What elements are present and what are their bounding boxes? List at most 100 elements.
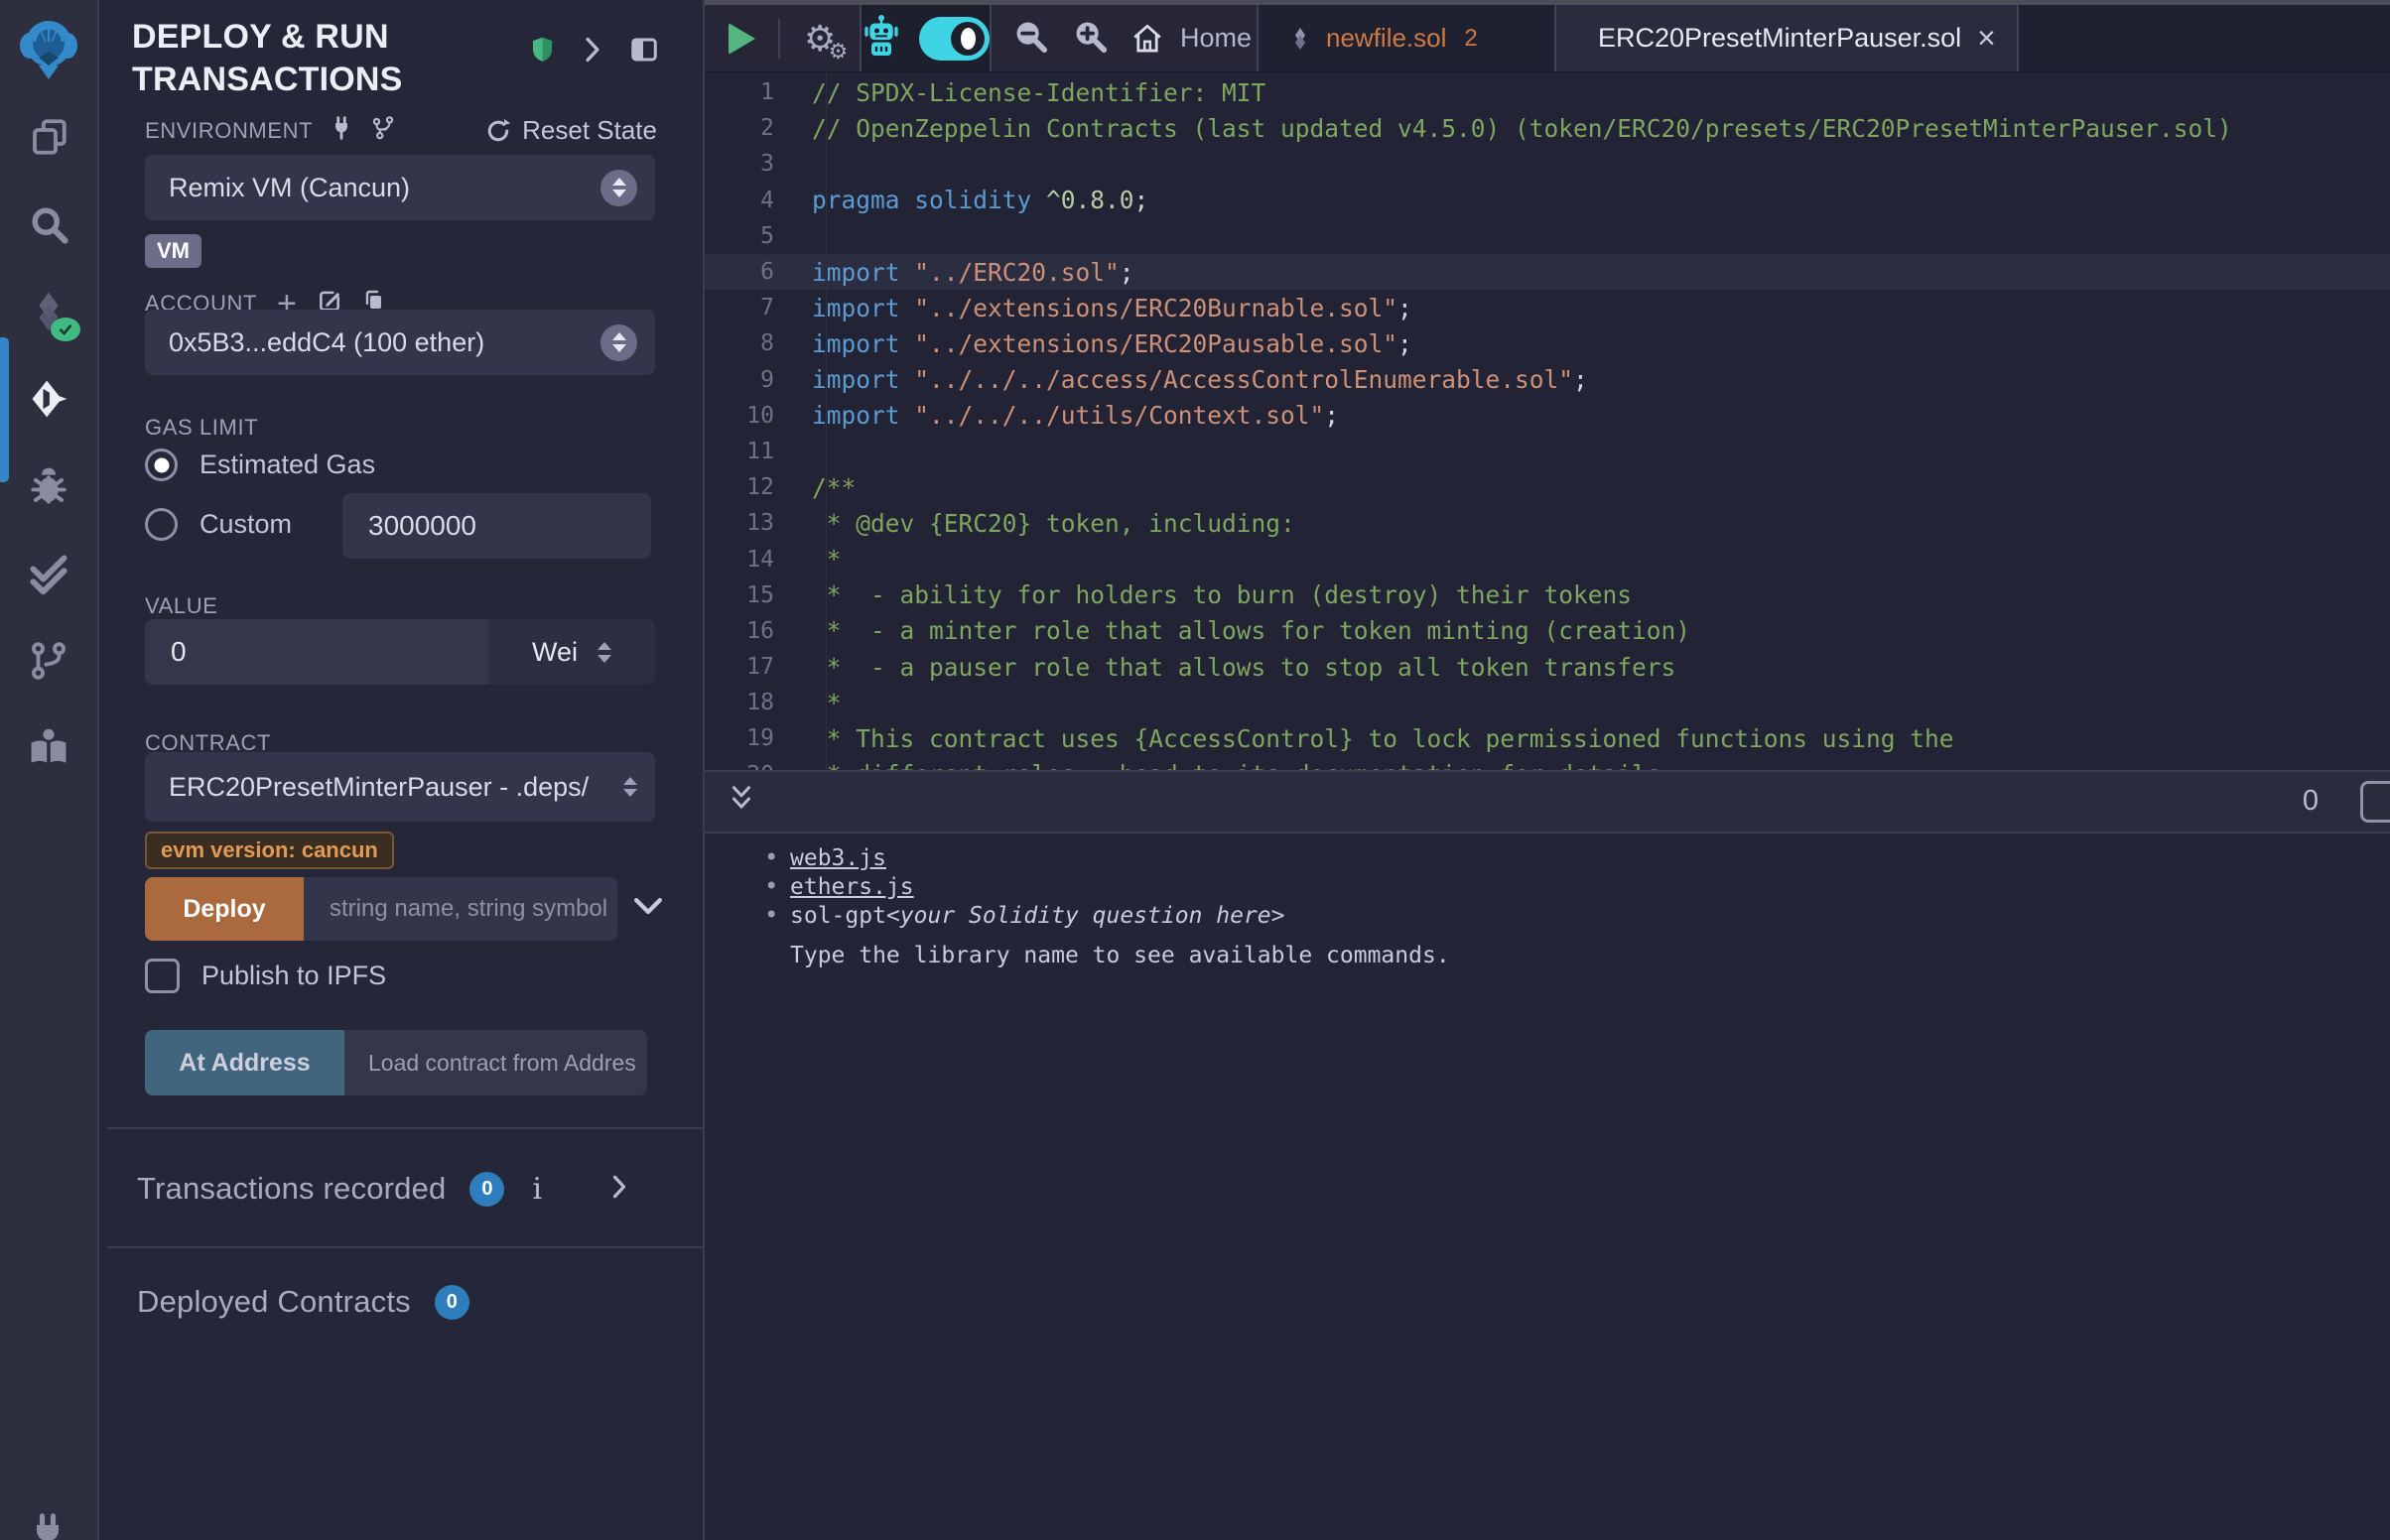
transactions-expand-icon[interactable] [611, 1174, 627, 1205]
unit-testing-icon[interactable] [27, 552, 70, 595]
plugin-manager-icon[interactable] [26, 1512, 69, 1540]
value-unit-select[interactable]: Wei [488, 619, 655, 685]
home-tab[interactable]: Home [1130, 22, 1252, 56]
run-group: ⚙⚙ [705, 5, 862, 71]
code-line[interactable]: 16 * - a minter role that allows for tok… [705, 613, 2390, 649]
at-address-input[interactable] [344, 1030, 647, 1095]
code-line[interactable]: 9import "../../../access/AccessControlEn… [705, 362, 2390, 398]
tab-close-icon[interactable]: × [1977, 20, 1996, 57]
tab-erc20presetminterpauser[interactable]: ERC20PresetMinterPauser.sol × [1556, 5, 2019, 71]
value-row: Wei [145, 619, 655, 685]
code-line[interactable]: 12/** [705, 469, 2390, 505]
terminal-expand-icon[interactable] [727, 782, 756, 821]
code-line[interactable]: 1// SPDX-License-Identifier: MIT [705, 74, 2390, 110]
contract-value: ERC20PresetMinterPauser - .deps/ [169, 772, 589, 803]
code-line[interactable]: 8import "../extensions/ERC20Pausable.sol… [705, 325, 2390, 361]
icon-sidebar [0, 0, 99, 1540]
code-line[interactable]: 10import "../../../utils/Context.sol"; [705, 398, 2390, 434]
panel-title-icons [529, 34, 659, 64]
home-label: Home [1180, 23, 1252, 54]
git-icon[interactable] [27, 639, 70, 683]
line-number: 10 [705, 403, 800, 429]
publish-ipfs-checkbox[interactable] [145, 959, 180, 993]
ai-copilot-robot-icon[interactable] [862, 14, 901, 63]
terminal-link[interactable]: ethers.js [790, 874, 914, 900]
code-editor[interactable]: 1// SPDX-License-Identifier: MIT2// Open… [705, 71, 2390, 770]
account-select[interactable]: 0x5B3...eddC4 (100 ether) [145, 310, 655, 375]
debugger-icon[interactable] [27, 464, 70, 508]
active-plugin-indicator [0, 337, 9, 482]
deploy-button[interactable]: Deploy [145, 877, 304, 941]
deploy-run-icon[interactable] [27, 377, 70, 421]
expand-constructor-icon[interactable] [633, 897, 663, 922]
line-number: 4 [705, 188, 800, 213]
zoom-in-icon[interactable] [1071, 17, 1109, 60]
terminal-item[interactable]: •web3.js [764, 843, 2390, 872]
estimated-gas-option[interactable]: Estimated Gas [145, 449, 375, 481]
select-spinner-icon [600, 324, 637, 361]
tab-newfile-label: newfile.sol [1326, 23, 1446, 54]
code-line[interactable]: 20 * different roles - head to its docum… [705, 757, 2390, 770]
tab-newfile[interactable]: newfile.sol 2 [1259, 5, 1556, 71]
tab-active-label: ERC20PresetMinterPauser.sol [1598, 23, 1961, 54]
environment-fork-icon[interactable] [370, 115, 396, 146]
run-script-icon[interactable] [729, 23, 755, 55]
bullet: • [764, 843, 790, 871]
transactions-recorded-section[interactable]: Transactions recorded 0 i [137, 1161, 703, 1217]
code-line[interactable]: 18 * [705, 685, 2390, 720]
panel-divider [107, 1246, 703, 1248]
vm-badge: VM [145, 234, 201, 268]
code-line[interactable]: 4pragma solidity ^0.8.0; [705, 183, 2390, 218]
code-line[interactable]: 7import "../extensions/ERC20Burnable.sol… [705, 290, 2390, 325]
code-line[interactable]: 11 [705, 434, 2390, 469]
reset-state-button[interactable]: Reset State [484, 115, 657, 146]
environment-plug-icon[interactable] [329, 115, 354, 146]
code-line[interactable]: 17 * - a pauser role that allows to stop… [705, 649, 2390, 685]
info-icon[interactable]: i [532, 1172, 542, 1207]
code-text: import "../extensions/ERC20Pausable.sol"… [800, 329, 1412, 358]
solidity-file-icon [1288, 26, 1312, 52]
transactions-count-badge: 0 [469, 1172, 504, 1207]
custom-gas-input[interactable] [342, 493, 651, 559]
terminal-search-box[interactable] [2360, 781, 2390, 823]
script-config-icon[interactable]: ⚙⚙ [804, 21, 836, 57]
terminal-link[interactable]: web3.js [790, 845, 886, 871]
remix-logo-icon[interactable] [17, 14, 80, 79]
learneth-icon[interactable] [27, 726, 70, 770]
solidity-compiler-icon[interactable] [27, 290, 70, 333]
code-line[interactable]: 13 * @dev {ERC20} token, including: [705, 505, 2390, 541]
ai-copilot-toggle[interactable] [919, 17, 990, 61]
code-line[interactable]: 19 * This contract uses {AccessControl} … [705, 720, 2390, 756]
value-input[interactable] [145, 619, 488, 685]
code-line[interactable]: 15 * - ability for holders to burn (dest… [705, 578, 2390, 613]
code-line[interactable]: 2// OpenZeppelin Contracts (last updated… [705, 110, 2390, 146]
terminal-command: sol-gpt [790, 903, 886, 929]
code-text: * - ability for holders to burn (destroy… [800, 580, 1632, 609]
environment-select[interactable]: Remix VM (Cancun) [145, 155, 655, 220]
custom-gas-option[interactable]: Custom [145, 508, 292, 541]
code-text: import "../ERC20.sol"; [800, 258, 1134, 287]
terminal-output[interactable]: •web3.js•ethers.js•sol-gpt <your Solidit… [705, 834, 2390, 1540]
code-line[interactable]: 5 [705, 218, 2390, 254]
terminal-item[interactable]: •ethers.js [764, 872, 2390, 901]
zoom-home-group: Home [992, 5, 1259, 71]
pin-panel-icon[interactable] [629, 35, 659, 64]
collapse-chevron-icon[interactable] [584, 36, 601, 64]
constructor-args-input[interactable] [304, 877, 617, 941]
deployed-contracts-section: Deployed Contracts 0 [137, 1274, 469, 1330]
code-text: pragma solidity ^0.8.0; [800, 186, 1148, 214]
at-address-button[interactable]: At Address [145, 1030, 344, 1095]
transactions-recorded-label: Transactions recorded [137, 1171, 446, 1207]
publish-ipfs-row[interactable]: Publish to IPFS [145, 959, 386, 993]
code-lines: 1// SPDX-License-Identifier: MIT2// Open… [705, 74, 2390, 770]
code-line[interactable]: 3 [705, 146, 2390, 182]
compiler-success-badge [51, 318, 80, 341]
zoom-out-icon[interactable] [1011, 17, 1049, 60]
code-line[interactable]: 14 * [705, 541, 2390, 577]
search-icon[interactable] [27, 202, 70, 246]
file-explorer-icon[interactable] [27, 115, 70, 159]
custom-gas-radio[interactable] [145, 508, 178, 541]
estimated-gas-radio[interactable] [145, 449, 178, 481]
contract-select[interactable]: ERC20PresetMinterPauser - .deps/ [145, 752, 655, 822]
code-line[interactable]: 6import "../ERC20.sol"; [705, 254, 2390, 290]
